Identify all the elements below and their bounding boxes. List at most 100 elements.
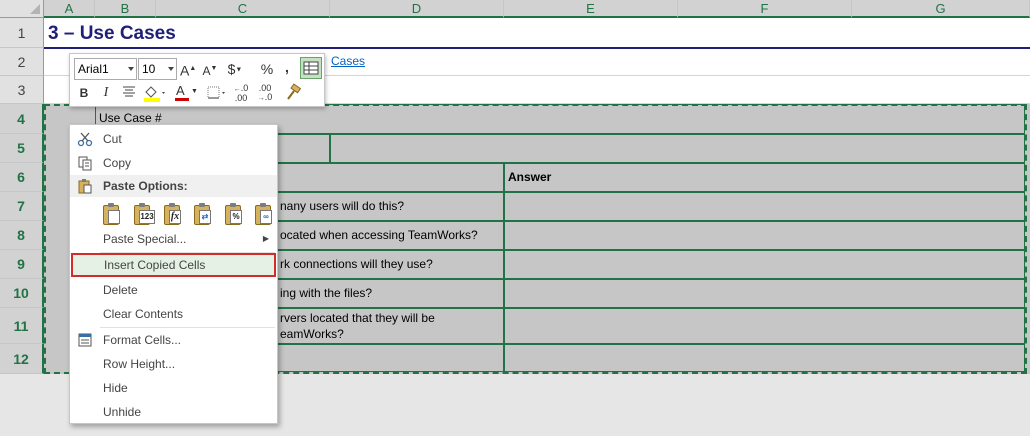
percent-style-button[interactable]: % <box>258 59 276 79</box>
row-header-1[interactable]: 1 <box>0 18 44 48</box>
menu-item-insert-copied-cells[interactable]: Insert Copied Cells <box>71 253 276 277</box>
comma-style-button[interactable]: , <box>280 57 294 77</box>
italic-button[interactable]: I <box>97 83 115 103</box>
row-header-4[interactable]: 4 <box>0 104 44 134</box>
use-case-desc-cell <box>330 134 1025 163</box>
font-color-swatch <box>175 98 189 101</box>
menu-item-row-height[interactable]: Row Height... <box>70 352 277 376</box>
menu-item-format-cells-label: Format Cells... <box>103 333 182 347</box>
menu-item-clear-contents-label: Clear Contents <box>103 307 184 321</box>
col-header-d[interactable]: D <box>330 0 504 18</box>
question-text: eamWorks? <box>280 327 344 341</box>
row-header-2[interactable]: 2 <box>0 48 44 76</box>
font-name-value: Arial1 <box>78 62 109 76</box>
chevron-down-icon <box>168 67 174 71</box>
right-arrow-icon: → <box>257 95 265 102</box>
row-header-6[interactable]: 6 <box>0 163 44 192</box>
row-header-12[interactable]: 12 <box>0 344 44 374</box>
row-header-7[interactable]: 7 <box>0 192 44 221</box>
question-text: ocated when accessing TeamWorks? <box>280 228 478 242</box>
question-text: ing with the files? <box>280 286 373 300</box>
chevron-right-icon: ▶ <box>262 234 269 243</box>
menu-item-unhide-label: Unhide <box>103 405 142 419</box>
center-align-button[interactable] <box>119 83 139 104</box>
align-center-icon <box>123 86 135 97</box>
menu-item-unhide[interactable]: Unhide <box>70 400 277 424</box>
copy-icon <box>78 156 92 171</box>
menu-item-row-height-label: Row Height... <box>103 357 176 371</box>
increase-font-icon: A <box>180 62 190 79</box>
paste-link-icon[interactable]: ∞ <box>253 203 275 227</box>
row-header-5[interactable]: 5 <box>0 134 44 163</box>
decrease-font-icon: A <box>202 64 211 78</box>
menu-item-hide[interactable]: Hide <box>70 376 277 400</box>
row-header-8[interactable]: 8 <box>0 221 44 250</box>
row-header-3[interactable]: 3 <box>0 76 44 104</box>
format-painter-icon <box>287 83 302 100</box>
answer-cell <box>504 279 1025 308</box>
format-as-table-button[interactable] <box>300 57 322 79</box>
borders-icon <box>207 86 225 99</box>
col-header-c[interactable]: C <box>156 0 330 18</box>
menu-item-delete[interactable]: Delete <box>70 278 277 302</box>
increase-decimal-sub: .00 <box>234 93 248 103</box>
table-icon <box>303 61 319 75</box>
decrease-font-size-button[interactable]: A▼ <box>202 59 218 81</box>
answer-cell <box>504 221 1025 250</box>
font-size-box[interactable]: 10 <box>138 58 177 80</box>
paste-transpose-icon[interactable]: ⇄ <box>192 203 214 227</box>
fill-color-button[interactable] <box>142 83 168 108</box>
left-arrow-icon: ← <box>233 86 241 93</box>
paste-values-icon[interactable]: 123 <box>132 203 155 227</box>
bold-button[interactable]: B <box>75 83 93 103</box>
row-header-10[interactable]: 10 <box>0 279 44 308</box>
menu-item-hide-label: Hide <box>103 381 128 395</box>
menu-item-cut-label: Cut <box>103 132 122 146</box>
col-header-e[interactable]: E <box>504 0 678 18</box>
decrease-decimal-sub: .0 <box>264 92 273 102</box>
use-cases-link[interactable]: Cases <box>331 54 365 68</box>
select-all-corner[interactable] <box>0 0 44 18</box>
answer-header: Answer <box>508 170 552 184</box>
col-header-a[interactable]: A <box>44 0 95 18</box>
col-header-b[interactable]: B <box>95 0 156 18</box>
menu-item-delete-label: Delete <box>103 283 138 297</box>
paste-options-header: Paste Options: <box>70 175 277 197</box>
increase-font-size-button[interactable]: A▲ <box>180 59 196 81</box>
currency-format-button[interactable]: $▼ <box>224 59 246 80</box>
format-cells-icon <box>78 333 92 347</box>
paste-options-label: Paste Options: <box>103 179 188 193</box>
col-header-g[interactable]: G <box>852 0 1030 18</box>
scissors-icon <box>77 132 93 147</box>
menu-item-paste-special-label: Paste Special... <box>103 232 187 246</box>
answer-cell <box>504 308 1025 344</box>
increase-decimal-button[interactable]: ←.0.00 <box>230 84 252 103</box>
decrease-decimal-button[interactable]: .00 →.0 <box>254 84 276 103</box>
mini-toolbar: Arial1 10 A▲ A▼ $▼ % , B I A ▼ ←.0 .00 .… <box>69 53 325 107</box>
context-menu: Cut Copy Paste Options: 123 fx ⇄ % ∞ Pas… <box>69 124 278 424</box>
clipboard-icon <box>78 179 92 194</box>
menu-item-paste-special[interactable]: Paste Special... ▶ <box>70 227 277 251</box>
menu-item-format-cells[interactable]: Format Cells... <box>70 328 277 352</box>
question-text: nany users will do this? <box>280 199 405 213</box>
paste-formulas-icon[interactable]: fx <box>162 203 184 227</box>
borders-button[interactable] <box>205 83 229 108</box>
increase-decimal-label: .0 <box>240 83 249 93</box>
col-header-f[interactable]: F <box>678 0 852 18</box>
answer-cell <box>504 192 1025 221</box>
menu-item-insert-copied-cells-label: Insert Copied Cells <box>104 258 206 272</box>
menu-item-copy[interactable]: Copy <box>70 151 277 175</box>
row-header-9[interactable]: 9 <box>0 250 44 279</box>
menu-item-cut[interactable]: Cut <box>70 127 277 151</box>
answer-cell <box>504 250 1025 279</box>
menu-item-clear-contents[interactable]: Clear Contents <box>70 302 277 326</box>
paste-icon[interactable] <box>101 203 123 227</box>
format-painter-button[interactable] <box>282 83 304 108</box>
row-header-11[interactable]: 11 <box>0 308 44 344</box>
question-text: rk connections will they use? <box>280 257 433 271</box>
paste-formatting-icon[interactable]: % <box>223 203 245 227</box>
font-name-box[interactable]: Arial1 <box>74 58 137 80</box>
title-underline <box>44 47 1030 49</box>
fill-bucket-icon <box>144 86 165 102</box>
sheet-title: 3 – Use Cases <box>48 23 176 44</box>
